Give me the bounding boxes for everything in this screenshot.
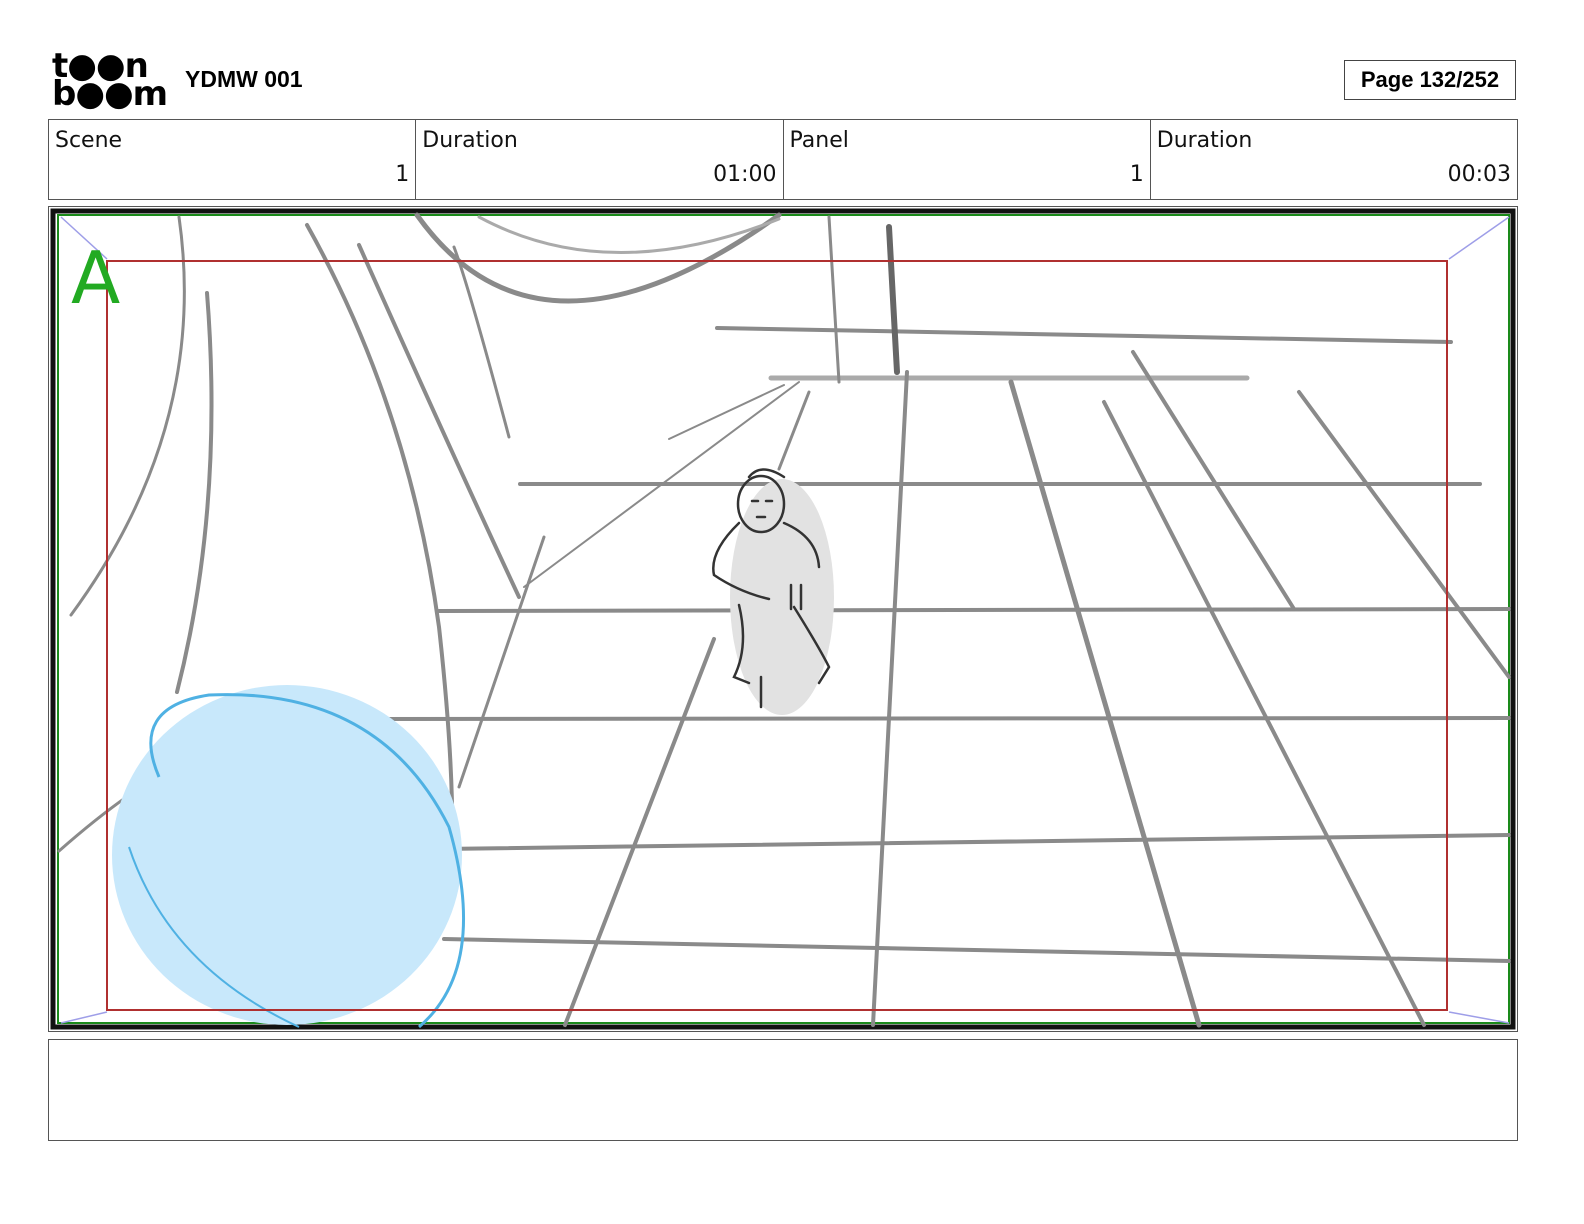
logo-line-2: b●●m: [52, 74, 168, 114]
storyboard-panel: A: [48, 206, 1518, 1032]
page-indicator: Page 132/252: [1344, 60, 1516, 100]
notes-box: [48, 1039, 1518, 1141]
panel-duration-value: 00:03: [1447, 162, 1511, 187]
panel-duration-cell: Duration 00:03: [1151, 120, 1517, 199]
project-title: YDMW 001: [185, 66, 303, 92]
panel-label: Panel: [789, 128, 849, 153]
scene-duration-value: 01:00: [713, 162, 777, 187]
panel-cell: Panel 1: [784, 120, 1151, 199]
scene-info-table: Scene 1 Duration 01:00 Panel 1 Duration …: [48, 119, 1518, 200]
layer-marker: A: [71, 236, 120, 320]
scene-duration-label: Duration: [422, 128, 518, 153]
panel-drawing: A: [50, 208, 1516, 1030]
scene-cell: Scene 1: [49, 120, 417, 199]
panel-duration-label: Duration: [1156, 128, 1253, 153]
scene-label: Scene: [55, 128, 123, 153]
toonboom-logo: t●●n b●●m: [52, 49, 168, 114]
scene-duration-cell: Duration 01:00: [416, 120, 784, 199]
scene-value: 1: [395, 162, 410, 187]
panel-value: 1: [1129, 162, 1144, 187]
